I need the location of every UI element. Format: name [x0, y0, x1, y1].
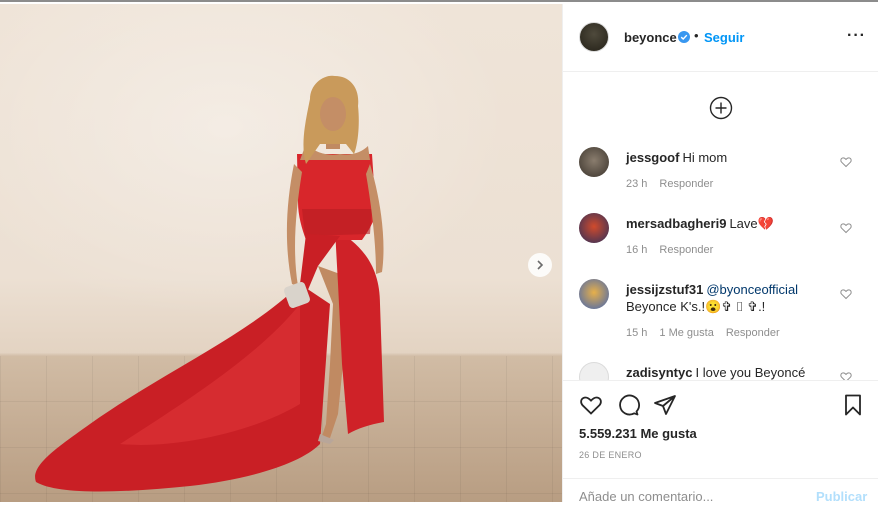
- load-more-comments-icon[interactable]: [709, 96, 733, 120]
- chevron-right-icon: [537, 260, 544, 270]
- author-username[interactable]: beyonce: [624, 30, 677, 45]
- comment-text: Beyonce K's.!😮✞ ⌷ ✞.!: [626, 299, 766, 314]
- next-photo-button[interactable]: [528, 253, 552, 277]
- comments-list[interactable]: jessgoof Hi mom 23 h Responder mersadbaghe…: [563, 73, 878, 380]
- author-avatar[interactable]: [579, 22, 609, 52]
- comment-bubble-icon[interactable]: [616, 393, 640, 417]
- comment-text-block: jessijzstuf31 @byonceofficial Beyonce K's…: [626, 281, 831, 315]
- comment-like-heart-icon[interactable]: [840, 288, 852, 300]
- comment-time: 15 h: [626, 327, 648, 339]
- comment-username[interactable]: mersadbagheri9: [626, 216, 726, 231]
- share-paper-plane-icon[interactable]: [653, 393, 677, 417]
- comment-username[interactable]: jessgoof: [626, 150, 679, 165]
- reply-button[interactable]: Responder: [726, 327, 780, 339]
- comment-text: Hi mom: [682, 150, 728, 165]
- comment-meta: 16 h Responder: [626, 244, 725, 256]
- comment-text: I love you Beyoncé: [695, 365, 806, 380]
- comment-time: 16 h: [626, 244, 648, 256]
- comment-text-block: jessgoof Hi mom: [626, 149, 831, 166]
- add-comment-bar: Publicar: [563, 478, 878, 505]
- instagram-post-window: beyonce • Seguir ··· jessgoof Hi mom 23 …: [0, 0, 878, 505]
- woman-in-red-gown-illustration: [35, 75, 384, 492]
- comment-text-block: mersadbagheri9 Lave💔: [626, 215, 831, 232]
- comment-like-heart-icon[interactable]: [840, 156, 852, 168]
- comment-meta: 15 h 1 Me gusta Responder: [626, 327, 792, 339]
- reply-button[interactable]: Responder: [659, 244, 713, 256]
- comment-username[interactable]: jessijzstuf31: [626, 282, 703, 297]
- comment-like-heart-icon[interactable]: [840, 371, 852, 380]
- post-actions-bar: 5.559.231 Me gusta 26 DE ENERO Publicar: [563, 380, 878, 505]
- likes-count[interactable]: 5.559.231 Me gusta: [579, 426, 697, 441]
- comment-avatar[interactable]: [579, 362, 609, 380]
- reply-button[interactable]: Responder: [659, 178, 713, 190]
- comment-avatar[interactable]: [579, 279, 609, 309]
- post-date: 26 DE ENERO: [579, 450, 642, 460]
- post-photo[interactable]: [0, 4, 562, 502]
- publish-button[interactable]: Publicar: [816, 489, 867, 504]
- verified-badge-icon: [678, 31, 690, 43]
- post-side-panel: beyonce • Seguir ··· jessgoof Hi mom 23 …: [562, 4, 878, 505]
- comment-time: 23 h: [626, 178, 648, 190]
- comment-meta: 23 h Responder: [626, 178, 725, 190]
- comment-text: Lave💔: [729, 216, 774, 231]
- comment-username[interactable]: zadisyntyc: [626, 365, 692, 380]
- more-options-icon[interactable]: ···: [847, 28, 866, 44]
- add-comment-input[interactable]: [579, 487, 809, 505]
- comment-avatar[interactable]: [579, 147, 609, 177]
- comment-avatar[interactable]: [579, 213, 609, 243]
- comment-likes-count[interactable]: 1 Me gusta: [659, 327, 713, 339]
- post-header: beyonce • Seguir ···: [563, 4, 878, 72]
- comment-mention[interactable]: @byonceofficial: [706, 282, 798, 297]
- follow-button[interactable]: Seguir: [704, 30, 744, 45]
- header-separator: •: [694, 28, 699, 43]
- save-bookmark-icon[interactable]: [841, 393, 865, 417]
- like-heart-icon[interactable]: [579, 393, 603, 417]
- comment-text-block: zadisyntyc I love you Beyoncé: [626, 364, 831, 380]
- comment-like-heart-icon[interactable]: [840, 222, 852, 234]
